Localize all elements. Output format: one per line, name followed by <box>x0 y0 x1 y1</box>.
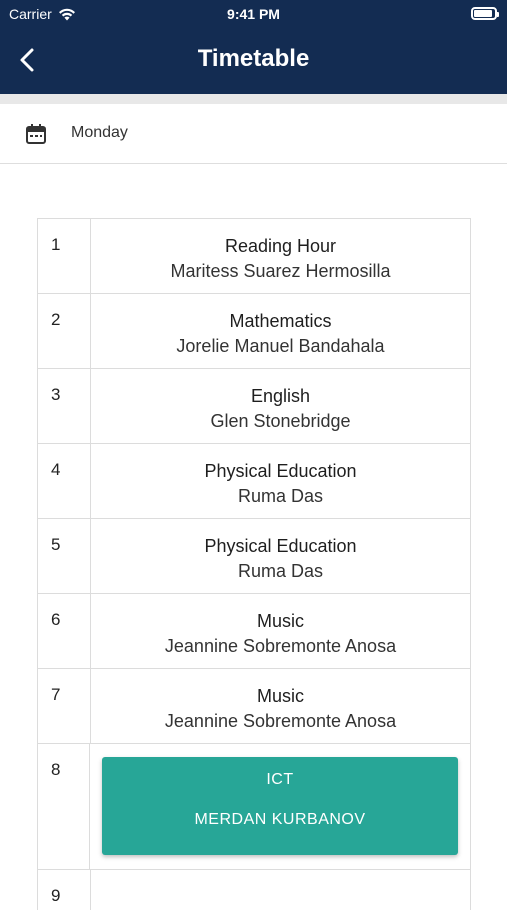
lesson-cell: Mathematics Jorelie Manuel Bandahala <box>91 294 471 368</box>
subject-name: Music <box>256 686 304 706</box>
battery-icon <box>471 7 499 20</box>
teacher-name: Jeannine Sobremonte Anosa <box>164 711 397 731</box>
timetable-row-current: 8 ICT MERDAN KURBANOV <box>38 744 471 870</box>
calendar-icon <box>26 124 46 144</box>
teacher-name: MERDAN KURBANOV <box>194 811 366 828</box>
subject-name: ICT <box>266 771 294 788</box>
timetable-row[interactable]: 9 <box>38 870 471 910</box>
timetable-row[interactable]: 2 Mathematics Jorelie Manuel Bandahala <box>38 294 471 369</box>
navigation-bar: Timetable <box>0 28 507 94</box>
timetable-row[interactable]: 1 Reading Hour Maritess Suarez Hermosill… <box>38 219 471 294</box>
timetable-row[interactable]: 3 English Glen Stonebridge <box>38 369 471 444</box>
lesson-cell: Music Jeannine Sobremonte Anosa <box>91 669 471 743</box>
app-header: Carrier 9:41 PM Timetable <box>0 0 507 94</box>
period-number: 2 <box>38 294 91 368</box>
timetable-row[interactable]: 5 Physical Education Ruma Das <box>38 519 471 594</box>
subject-name: Reading Hour <box>224 236 337 256</box>
lesson-cell: English Glen Stonebridge <box>91 369 471 443</box>
lesson-cell: ICT MERDAN KURBANOV <box>90 744 471 869</box>
day-selector[interactable]: Monday <box>0 104 507 164</box>
period-number: 8 <box>38 744 90 869</box>
lesson-cell: Physical Education Ruma Das <box>91 519 471 593</box>
period-number: 4 <box>38 444 91 518</box>
page-title: Timetable <box>197 45 310 72</box>
teacher-name: Maritess Suarez Hermosilla <box>170 261 391 281</box>
status-bar: Carrier 9:41 PM <box>0 0 507 28</box>
header-shadow <box>0 94 507 104</box>
status-time: 9:41 PM <box>227 6 280 22</box>
timetable-row[interactable]: 7 Music Jeannine Sobremonte Anosa <box>38 669 471 744</box>
teacher-name: Ruma Das <box>237 561 324 581</box>
lesson-cell: Physical Education Ruma Das <box>91 444 471 518</box>
teacher-name: Glen Stonebridge <box>210 411 351 431</box>
period-number: 5 <box>38 519 91 593</box>
period-number: 3 <box>38 369 91 443</box>
period-number: 6 <box>38 594 91 668</box>
period-number: 9 <box>38 870 91 910</box>
subject-name: English <box>250 386 311 406</box>
timetable-row[interactable]: 4 Physical Education Ruma Das <box>38 444 471 519</box>
subject-name: Physical Education <box>204 536 357 556</box>
selected-day: Monday <box>71 124 128 141</box>
subject-name: Physical Education <box>204 461 357 481</box>
period-number: 1 <box>38 219 91 293</box>
teacher-name: Jeannine Sobremonte Anosa <box>164 636 397 656</box>
teacher-name: Ruma Das <box>237 486 324 506</box>
subject-name: Mathematics <box>229 311 332 331</box>
period-number: 7 <box>38 669 91 743</box>
battery-level <box>474 10 492 17</box>
lesson-cell: Reading Hour Maritess Suarez Hermosilla <box>91 219 471 293</box>
timetable-row[interactable]: 6 Music Jeannine Sobremonte Anosa <box>38 594 471 669</box>
lesson-cell <box>91 870 471 910</box>
timetable-grid: 1 Reading Hour Maritess Suarez Hermosill… <box>37 218 471 910</box>
current-lesson-card[interactable]: ICT MERDAN KURBANOV <box>102 757 458 855</box>
lesson-cell: Music Jeannine Sobremonte Anosa <box>91 594 471 668</box>
teacher-name: Jorelie Manuel Bandahala <box>176 336 385 356</box>
subject-name: Music <box>256 611 304 631</box>
